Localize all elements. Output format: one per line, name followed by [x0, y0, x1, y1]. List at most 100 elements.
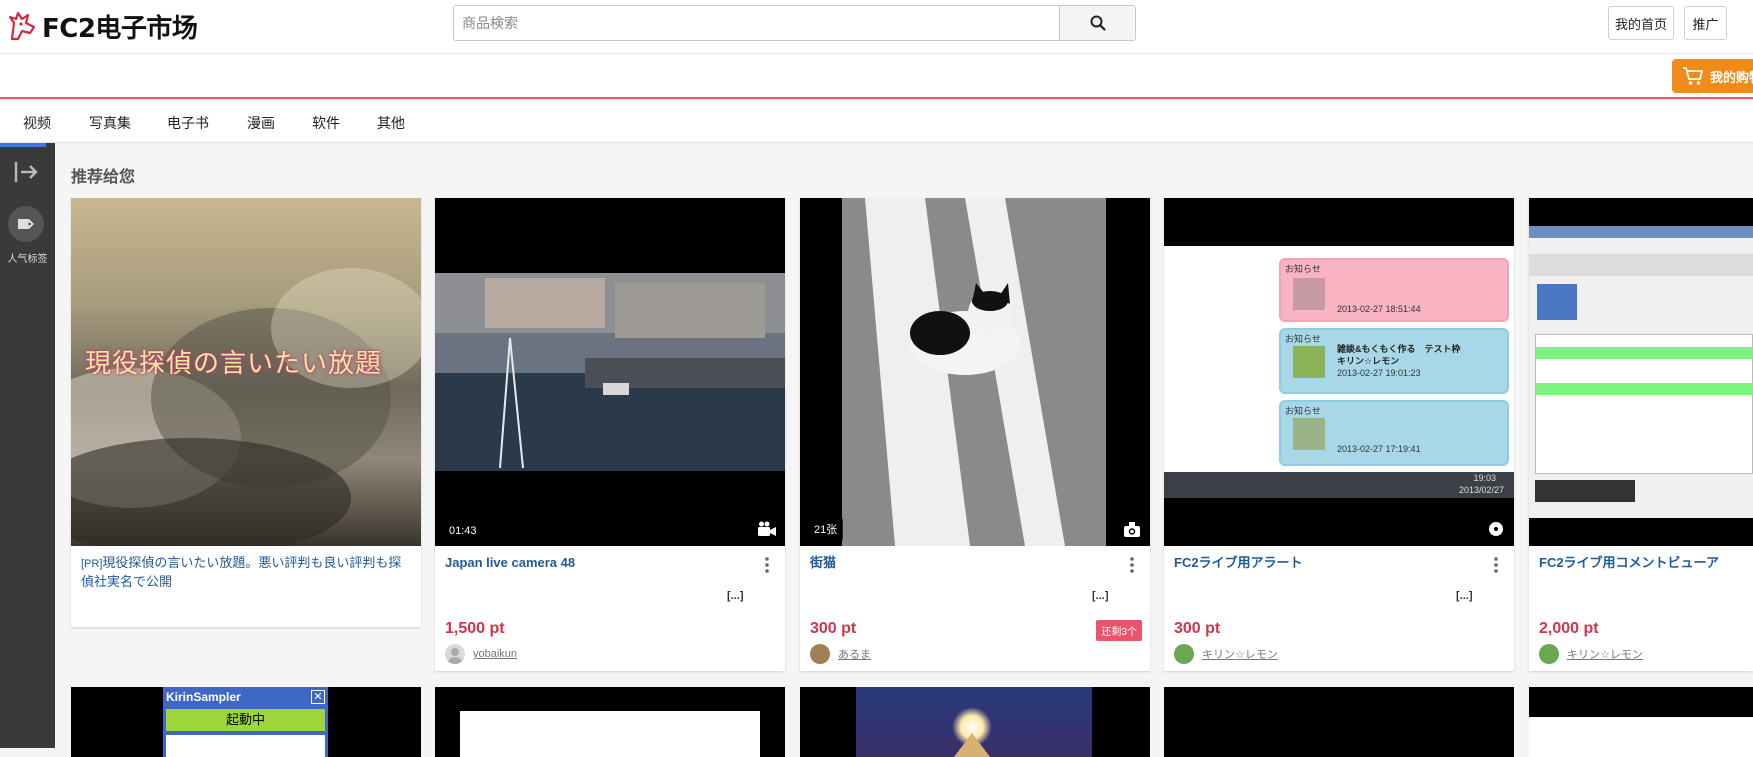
section-title: 推荐给您 [71, 169, 136, 186]
seller-link[interactable]: あるま [810, 644, 871, 664]
seller-avatar [810, 644, 830, 664]
popular-tags-label: 人气标签 [7, 254, 48, 265]
product-info: 街猫 [...] 300 pt 还剩3个 あるま [800, 546, 1150, 670]
product-card[interactable]: 01:43 Japan live camera 48 [...] 1,500 p… [435, 198, 785, 671]
product-card[interactable] [1164, 687, 1514, 757]
search-input[interactable] [454, 6, 1059, 40]
product-card[interactable]: お知らせ 2013-02-27 18:51:44 お知らせ 雑談&もくもく作る … [1164, 198, 1514, 671]
video-camera-icon [758, 521, 776, 536]
product-thumbnail[interactable]: 21张 [800, 198, 1150, 546]
my-home-button[interactable]: 我的首页 [1608, 6, 1674, 40]
alert-time: 2013-02-27 19:01:23 [1337, 368, 1421, 378]
cart-button[interactable]: 我的购物 [1672, 59, 1753, 93]
tag-icon [18, 219, 34, 229]
product-title[interactable]: Japan live camera 48 [445, 554, 775, 572]
cart-label: 我的购物 [1710, 69, 1753, 85]
alert-time: 2013-02-27 17:19:41 [1337, 444, 1421, 454]
product-thumbnail[interactable]: お知らせ 2013-02-27 18:51:44 お知らせ 雑談&もくもく作る … [1164, 198, 1514, 546]
product-card[interactable]: KirinSampler ✕ 起動中 [71, 687, 421, 757]
more-options-icon[interactable] [1124, 556, 1140, 574]
category-nav: 视频 写真集 电子书 漫画 软件 其他 [0, 101, 1753, 143]
sub-bar: 我的购物 [0, 54, 1753, 99]
kirin-status: 起動中 [166, 709, 325, 731]
pr-tag: [PR] [81, 558, 103, 570]
product-card[interactable] [435, 687, 785, 757]
seller-name: キリン☆レモン [1567, 649, 1643, 661]
more-options-icon[interactable] [1488, 556, 1504, 574]
search-icon [1090, 15, 1106, 31]
site-logo[interactable]: FC2电子市场 [8, 8, 198, 44]
product-info: [PR]現役探偵の言いたい放題。悪い評判も良い評判も探偵社実名で公開 [71, 546, 421, 627]
harbor-image [435, 273, 785, 471]
seller-link[interactable]: キリン☆レモン [1174, 644, 1278, 664]
seller-link[interactable]: キリン☆レモン [1539, 644, 1643, 664]
alert-label: お知らせ [1285, 334, 1321, 344]
product-info: FC2ライブ用アラート [...] 300 pt キリン☆レモン [1164, 546, 1514, 670]
more-link[interactable]: [...] [1092, 590, 1109, 602]
product-title[interactable]: 街猫 [810, 554, 1140, 572]
product-thumbnail-preview [856, 687, 1092, 757]
seller-avatar [445, 644, 465, 664]
seller-avatar [1539, 644, 1559, 664]
product-info: FC2ライブ用コメントビューア 2,000 pt キリン☆レモン [1529, 546, 1753, 670]
product-title[interactable]: FC2ライブ用コメントビューア [1539, 554, 1743, 572]
product-title[interactable]: FC2ライブ用アラート [1174, 554, 1504, 572]
promote-button[interactable]: 推广 [1684, 6, 1727, 40]
alert-screenshot: お知らせ 2013-02-27 18:51:44 お知らせ 雑談&もくもく作る … [1164, 246, 1514, 498]
more-options-icon[interactable] [759, 556, 775, 574]
more-link[interactable]: [...] [1456, 590, 1473, 602]
product-thumbnail[interactable]: 現役探偵の言いたい放題 [71, 198, 421, 546]
alert-label: お知らせ [1285, 406, 1321, 416]
more-link[interactable]: [...] [727, 590, 744, 602]
site-header: FC2电子市场 我的首页 推广 [0, 0, 1753, 54]
nav-item-other[interactable]: 其他 [377, 113, 405, 133]
product-thumbnail[interactable]: 01:43 [435, 198, 785, 546]
disc-icon [1489, 522, 1503, 536]
seller-avatar [1174, 644, 1194, 664]
cart-icon [1683, 67, 1703, 85]
seller-name: yobaikun [473, 648, 518, 660]
product-thumbnail-preview [460, 711, 760, 757]
seller-name: あるま [838, 649, 871, 661]
product-card[interactable]: 現役探偵の言いたい放題 [PR]現役探偵の言いたい放題。悪い評判も良い評判も探偵… [71, 198, 421, 627]
nav-item-video[interactable]: 视频 [23, 113, 51, 133]
product-title[interactable]: [PR]現役探偵の言いたい放題。悪い評判も良い評判も探偵社実名で公開 [81, 554, 411, 591]
sidebar-accent [0, 143, 46, 147]
photo-camera-icon [1124, 522, 1140, 537]
logo-text: FC2电子市场 [42, 13, 198, 44]
search-bar [453, 5, 1136, 41]
product-thumbnail-preview [1529, 717, 1753, 757]
taskbar-time: 19:03 [1473, 473, 1496, 483]
taskbar-date: 2013/02/27 [1458, 485, 1504, 495]
product-card[interactable]: FC2ライブ用コメントビューア 2,000 pt キリン☆レモン [1529, 198, 1753, 671]
kirin-window-title: KirinSampler [166, 690, 241, 704]
alert-label: お知らせ [1285, 264, 1321, 274]
kirin-sampler-window: KirinSampler ✕ 起動中 [163, 687, 328, 757]
close-icon: ✕ [311, 690, 325, 704]
photo-count-badge: 21张 [808, 518, 844, 540]
seller-link[interactable]: yobaikun [445, 644, 517, 664]
cat-image [842, 198, 1106, 546]
left-sidebar: 人气标签 [0, 143, 55, 748]
product-info: Japan live camera 48 [...] 1,500 pt yoba… [435, 546, 785, 670]
product-card[interactable]: 21张 街猫 [...] 300 pt 还剩3个 あるま [800, 198, 1150, 671]
product-price: 300 pt [810, 620, 857, 637]
product-title-text: 現役探偵の言いたい放題。悪い評判も良い評判も探偵社実名で公開 [81, 555, 402, 589]
nav-item-photo-album[interactable]: 写真集 [89, 113, 131, 133]
nav-item-ebook[interactable]: 电子书 [167, 113, 209, 133]
thumbnail-overlay-text: 現役探偵の言いたい放題 [85, 349, 383, 379]
expand-sidebar-icon[interactable] [12, 157, 42, 187]
video-duration-badge: 01:43 [443, 522, 483, 540]
fc2-logo-icon [8, 11, 36, 41]
alert-user: キリン☆レモン [1337, 356, 1400, 366]
nav-item-software[interactable]: 软件 [312, 113, 340, 133]
nav-item-manga[interactable]: 漫画 [247, 113, 275, 133]
comment-viewer-screenshot [1529, 226, 1753, 518]
product-thumbnail[interactable] [1529, 198, 1753, 546]
search-button[interactable] [1059, 6, 1135, 40]
product-price: 2,000 pt [1539, 620, 1599, 637]
popular-tags-button[interactable] [8, 206, 44, 242]
product-card[interactable] [800, 687, 1150, 757]
seller-name: キリン☆レモン [1202, 649, 1278, 661]
product-card[interactable] [1529, 687, 1753, 757]
